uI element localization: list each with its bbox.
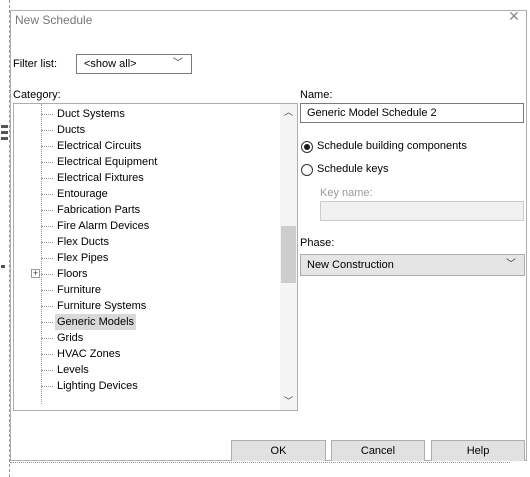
category-item[interactable]: Electrical Fixtures (14, 170, 280, 186)
edge-mark (1, 125, 8, 128)
category-item[interactable]: Fabrication Parts (14, 202, 280, 218)
phase-value: New Construction (307, 259, 394, 271)
plus-expander-icon[interactable]: + (31, 269, 40, 278)
category-item-label: Ducts (57, 124, 86, 136)
category-item-label: Flex Pipes (57, 252, 109, 264)
tree-branch-line (41, 322, 53, 323)
category-item[interactable]: Fire Alarm Devices (14, 218, 280, 234)
tree-branch-line (41, 386, 53, 387)
scrollbar-thumb[interactable] (281, 226, 296, 283)
category-item[interactable]: Electrical Equipment (14, 154, 280, 170)
filter-list-label: Filter list: (13, 58, 57, 70)
help-button[interactable]: Help (431, 440, 525, 463)
category-item-label: Generic Models (55, 314, 137, 330)
background-window-edge (10, 461, 530, 477)
category-item-label: HVAC Zones (57, 348, 121, 360)
category-item[interactable]: Ducts (14, 122, 280, 138)
category-item-label: Flex Ducts (57, 236, 109, 248)
tree-branch-line (41, 162, 53, 163)
tree-branch-line (41, 242, 53, 243)
tree-branch-line (41, 274, 53, 275)
category-item-label: Fire Alarm Devices (57, 220, 150, 232)
category-tree[interactable]: Duct Systems Ducts Electrical Circuits Elec… (13, 103, 298, 411)
schedule-keys-radio[interactable] (301, 164, 313, 176)
key-name-input[interactable] (320, 201, 524, 221)
schedule-name-input[interactable]: Generic Model Schedule 2 (300, 103, 524, 123)
name-label: Name: (300, 89, 333, 101)
scroll-up-icon[interactable]: ︿ (280, 104, 297, 121)
close-icon[interactable]: ✕ (504, 6, 524, 26)
category-item-label: Electrical Circuits (57, 140, 142, 152)
category-item-label: Duct Systems (57, 108, 125, 120)
schedule-building-components-label[interactable]: Schedule building components (317, 140, 467, 152)
category-item-label: Floors (57, 268, 88, 280)
category-item[interactable]: Furniture Systems (14, 298, 280, 314)
category-item-label: Electrical Fixtures (57, 172, 144, 184)
filter-list-value: <show all> (84, 58, 137, 70)
ok-button[interactable]: OK (231, 440, 326, 463)
edge-mark (1, 137, 8, 140)
tree-branch-line (41, 226, 53, 227)
chevron-down-icon: ﹀ (173, 58, 183, 69)
category-item-label: Levels (57, 364, 89, 376)
phase-dropdown[interactable]: New Construction ﹀ (300, 254, 525, 276)
category-item[interactable]: Grids (14, 330, 280, 346)
category-item-label: Electrical Equipment (57, 156, 158, 168)
dialog-title: New Schedule (15, 13, 93, 27)
category-item-label: Furniture Systems (57, 300, 147, 312)
category-item[interactable]: Levels (14, 362, 280, 378)
key-name-label: Key name: (320, 187, 373, 199)
scroll-down-icon[interactable]: ﹀ (280, 393, 297, 410)
category-item[interactable]: Duct Systems (14, 106, 280, 122)
background-window-edge (0, 0, 10, 477)
category-item[interactable]: Flex Pipes (14, 250, 280, 266)
tree-branch-line (41, 194, 53, 195)
tree-branch-line (41, 290, 53, 291)
schedule-keys-label[interactable]: Schedule keys (317, 163, 389, 175)
category-item[interactable]: Lighting Devices (14, 378, 280, 394)
edge-dash (10, 462, 510, 463)
tree-branch-line (41, 178, 53, 179)
category-item-label: Entourage (57, 188, 108, 200)
tree-branch-line (41, 146, 53, 147)
cancel-button[interactable]: Cancel (331, 440, 425, 463)
category-item-label: Furniture (57, 284, 102, 296)
category-item-label: Fabrication Parts (57, 204, 141, 216)
chevron-down-icon: ﹀ (506, 259, 516, 270)
tree-branch-line (41, 210, 53, 211)
tree-branch-line (41, 370, 53, 371)
tree-branch-line (41, 114, 53, 115)
category-item[interactable]: Entourage (14, 186, 280, 202)
tree-branch-line (41, 306, 53, 307)
tree-branch-line (41, 130, 53, 131)
schedule-building-components-radio[interactable] (301, 141, 313, 153)
filter-list-dropdown[interactable]: <show all> ﹀ (76, 54, 192, 74)
tree-branch-line (41, 338, 53, 339)
edge-mark (1, 131, 8, 134)
phase-label: Phase: (300, 237, 335, 249)
tree-branch-line (41, 354, 53, 355)
category-item-label: Grids (57, 332, 84, 344)
category-scrollbar[interactable]: ︿ ﹀ (280, 104, 297, 410)
category-item[interactable]: Furniture (14, 282, 280, 298)
category-item-label: Lighting Devices (57, 380, 138, 392)
category-item[interactable]: Electrical Circuits (14, 138, 280, 154)
tree-branch-line (41, 258, 53, 259)
category-item[interactable]: HVAC Zones (14, 346, 280, 362)
category-item[interactable]: Flex Ducts (14, 234, 280, 250)
category-item[interactable]: Generic Models (14, 314, 280, 330)
category-item[interactable]: + Floors (14, 266, 280, 282)
edge-mark (1, 265, 5, 268)
category-label: Category: (13, 89, 61, 101)
